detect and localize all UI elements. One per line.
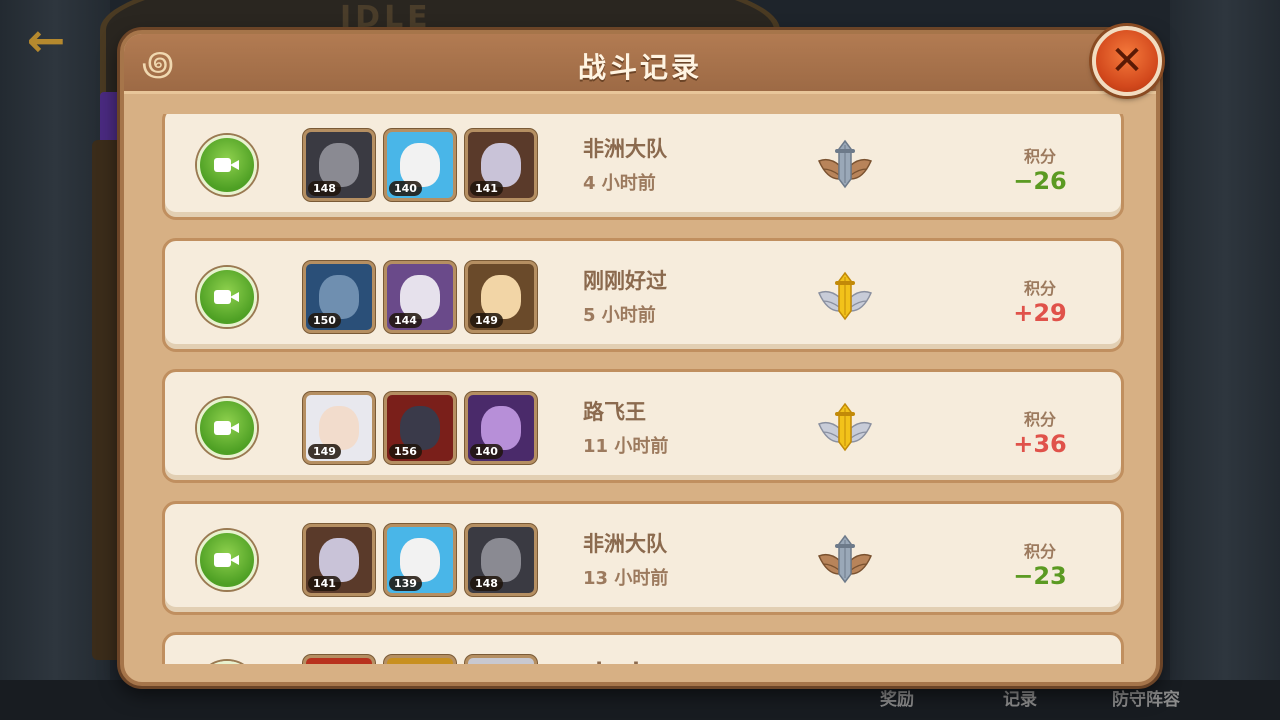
battle-record-dialog: ꩜ 战斗记录 148 140 141 非洲大队 4 小时前 积分 −26 150… [120,30,1160,686]
video-camera-icon [214,418,240,438]
record-row-3: 149 156 140 路飞王 11 小时前 积分 +36 [162,369,1124,483]
gold-rank-sword-icon [817,402,873,452]
hero-portrait[interactable]: 148 [465,524,537,596]
replay-button[interactable] [197,267,257,327]
opponent-name: 非洲大队 [583,532,667,556]
hero-portrait[interactable]: 148 [303,129,375,201]
score-value: +29 [1013,299,1067,327]
record-row-4: 141 139 148 非洲大队 13 小时前 积分 −23 [162,501,1124,615]
close-button[interactable]: ✕ [1092,26,1162,96]
bg-tab-records: 记录 [1003,690,1037,710]
hero-level-badge: 139 [389,576,422,591]
gold-rank-sword-icon [817,271,873,321]
replay-button[interactable] [197,530,257,590]
bg-tab-defense: 防守阵容 [1112,690,1180,710]
record-row-5: skrskr 积分 [162,632,1124,664]
hero-portrait[interactable]: 156 [384,392,456,464]
bg-tab-rewards: 奖励 [880,690,914,710]
replay-button[interactable] [197,398,257,458]
score-value: −26 [1013,167,1067,195]
hero-level-badge: 148 [470,576,503,591]
hero-portrait[interactable]: 141 [303,524,375,596]
hero-portrait[interactable]: 150 [303,261,375,333]
hero-level-badge: 144 [389,313,422,328]
hero-portrait[interactable]: 144 [384,261,456,333]
hero-portrait[interactable]: 140 [465,392,537,464]
hero-portrait[interactable]: 140 [384,129,456,201]
record-row-2: 150 144 149 刚刚好过 5 小时前 积分 +29 [162,238,1124,352]
video-camera-icon [214,155,240,175]
time-ago: 4 小时前 [583,173,656,194]
record-list[interactable]: 148 140 141 非洲大队 4 小时前 积分 −26 150 144 14… [152,114,1130,664]
hero-portrait[interactable] [465,655,537,664]
bg-bottom-bar [0,680,1280,720]
bg-pillar-right [1170,0,1280,720]
score-label: 积分 [1023,147,1056,166]
score-value: −23 [1013,562,1067,590]
hero-level-badge: 150 [308,313,341,328]
hero-portrait[interactable] [303,655,375,664]
hero-level-badge: 149 [308,444,341,459]
silver-rank-sword-icon [817,139,873,189]
score-label: 积分 [1023,279,1056,298]
hero-portrait[interactable]: 149 [465,261,537,333]
hero-level-badge: 140 [470,444,503,459]
opponent-name: 非洲大队 [583,137,667,161]
video-camera-icon [214,287,240,307]
dialog-title: 战斗记录 [577,51,702,84]
time-ago: 11 小时前 [583,436,669,457]
hero-portrait[interactable] [384,655,456,664]
bg-title-deco: IDLE [340,0,432,35]
hero-level-badge: 156 [389,444,422,459]
opponent-name: 刚刚好过 [583,269,667,293]
hero-level-badge: 141 [308,576,341,591]
hero-level-badge: 140 [389,181,422,196]
time-ago: 5 小时前 [583,305,656,326]
score-label: 积分 [1023,410,1056,429]
back-arrow-icon[interactable]: ← [14,14,78,66]
opponent-name: skrskr [583,659,657,664]
hero-level-badge: 141 [470,181,503,196]
dialog-header: ꩜ 战斗记录 [124,34,1156,94]
replay-button[interactable] [197,135,257,195]
record-row-1: 148 140 141 非洲大队 4 小时前 积分 −26 [162,114,1124,220]
opponent-name: 路飞王 [583,400,646,424]
time-ago: 13 小时前 [583,568,669,589]
hero-level-badge: 148 [308,181,341,196]
hero-portrait[interactable]: 139 [384,524,456,596]
video-camera-icon [214,550,240,570]
silver-rank-sword-icon [817,534,873,584]
replay-button[interactable] [197,661,257,664]
hero-level-badge: 149 [470,313,503,328]
hero-portrait[interactable]: 141 [465,129,537,201]
hero-portrait[interactable]: 149 [303,392,375,464]
score-value: +36 [1013,430,1067,458]
score-label: 积分 [1023,542,1056,561]
